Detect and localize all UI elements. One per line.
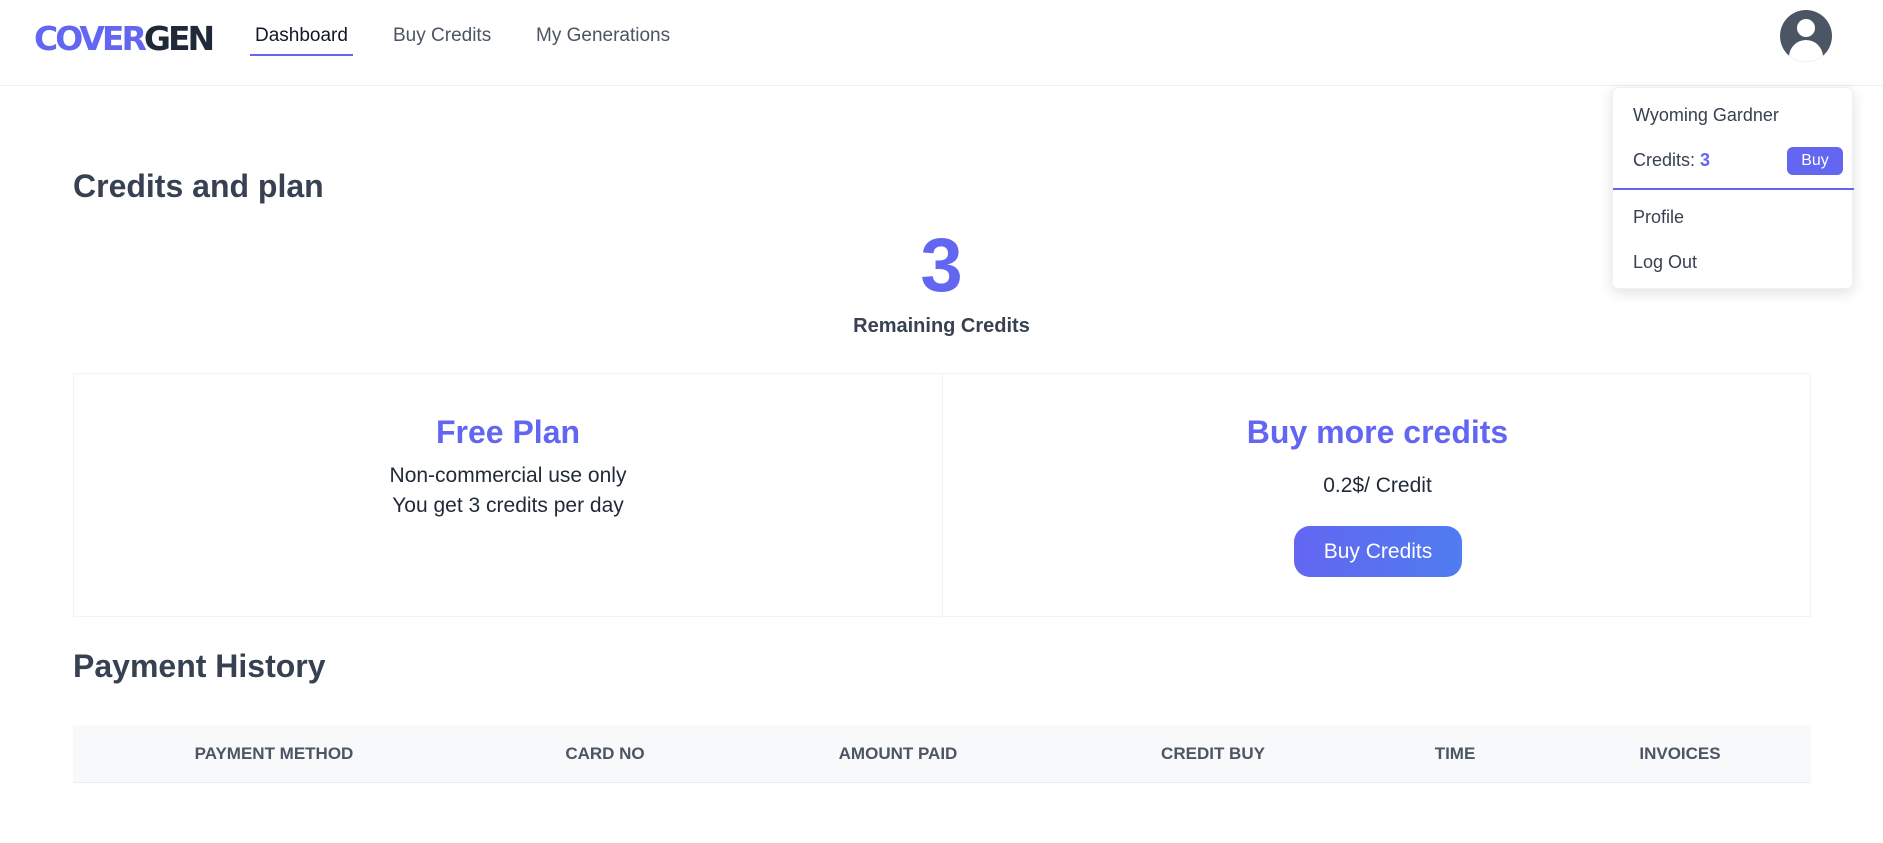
buy-more-credits-card: Buy more credits 0.2$/ Credit Buy Credit… — [943, 374, 1812, 618]
user-avatar-icon[interactable] — [1780, 10, 1832, 62]
avatar-head-shape — [1797, 19, 1815, 37]
column-header-payment-method[interactable]: PAYMENT METHOD — [195, 725, 354, 783]
column-header-amount-paid[interactable]: AMOUNT PAID — [839, 725, 958, 783]
plans-panel: Free Plan Non-commercial use only You ge… — [73, 373, 1812, 618]
user-credits: Credits: 3 — [1633, 147, 1710, 173]
credits-label: Credits: — [1633, 150, 1696, 170]
nav-buy-credits[interactable]: Buy Credits — [393, 22, 491, 56]
column-header-card-no[interactable]: CARD NO — [565, 725, 644, 783]
avatar-body-shape — [1789, 40, 1823, 62]
payment-history-table-header: PAYMENT METHOD CARD NO AMOUNT PAID CREDI… — [73, 725, 1811, 783]
dropdown-divider — [1613, 188, 1854, 190]
free-plan-title: Free Plan — [435, 414, 581, 450]
logo-text-cover: COVER — [34, 19, 147, 58]
buy-credits-button[interactable]: Buy Credits — [1294, 526, 1462, 577]
free-plan-daily-credits: You get 3 credits per day — [392, 494, 624, 517]
credits-count: 3 — [1700, 150, 1711, 170]
payment-history-title: Payment History — [73, 648, 326, 684]
covergen-logo[interactable]: COVERGEN — [34, 18, 215, 60]
column-header-invoices[interactable]: INVOICES — [1639, 725, 1720, 783]
free-plan-card: Free Plan Non-commercial use only You ge… — [74, 374, 943, 618]
nav-my-generations[interactable]: My Generations — [536, 22, 670, 56]
nav-dashboard[interactable]: Dashboard — [250, 22, 353, 56]
dropdown-buy-button[interactable]: Buy — [1787, 147, 1843, 175]
user-name: Wyoming Gardner — [1633, 105, 1779, 125]
free-plan-usage: Non-commercial use only — [389, 464, 627, 487]
credits-section-title: Credits and plan — [73, 168, 324, 204]
column-header-credit-buy[interactable]: CREDIT BUY — [1161, 725, 1265, 783]
remaining-credits-label: Remaining Credits — [853, 315, 1030, 337]
remaining-credits-value: 3 — [920, 223, 963, 308]
column-header-time[interactable]: TIME — [1435, 725, 1476, 783]
buy-more-credits-title: Buy more credits — [1246, 414, 1509, 450]
top-navbar: COVERGEN Dashboard Buy Credits My Genera… — [0, 0, 1883, 86]
logo-text-gen: GEN — [143, 19, 215, 58]
credit-price: 0.2$/ Credit — [1323, 474, 1432, 497]
